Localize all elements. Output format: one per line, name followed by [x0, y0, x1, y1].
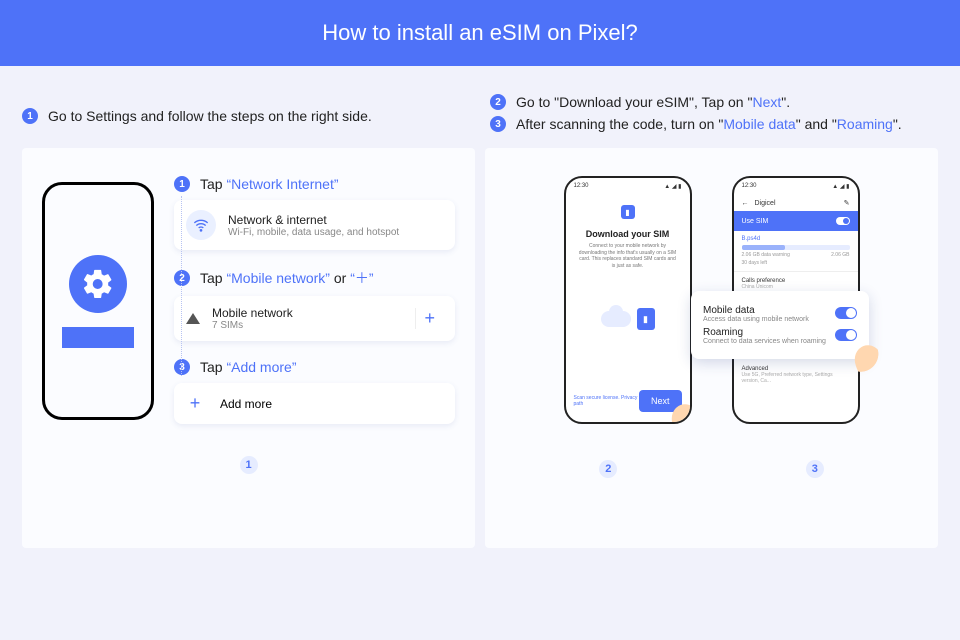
- ps-label: B.ps4d: [742, 236, 850, 242]
- sim-icon: ▮: [621, 205, 635, 219]
- substep-number-2: 2: [174, 270, 190, 286]
- page-title-banner: How to install an eSIM on Pixel?: [0, 0, 960, 66]
- instruction-2-text: Go to "Download your eSIM", Tap on "Next…: [516, 94, 790, 110]
- instruction-left: 1 Go to Settings and follow the steps on…: [22, 88, 470, 138]
- substep-3: 3 Tap “Add more” + Add more: [174, 359, 455, 424]
- use-sim-row[interactable]: Use SIM: [734, 211, 858, 231]
- instruction-1-text: Go to Settings and follow the steps on t…: [48, 108, 372, 124]
- cloud-illustration: ▮: [574, 289, 682, 349]
- step-number-1: 1: [22, 108, 38, 124]
- dotted-connector: [181, 196, 182, 376]
- settings-label: Settings: [62, 327, 133, 348]
- substep-1: 1 Tap “Network Internet” Network & inter…: [174, 176, 455, 250]
- highlight-roaming: Roaming: [837, 116, 893, 132]
- phone-download-sim: 12:30 ▲ ◢ ▮ ▮ Download your SIM Connect …: [564, 176, 692, 424]
- carrier-label: Digicel: [755, 200, 776, 207]
- substep-2: 2 Tap “Mobile network” or “＋” Mobile net…: [174, 268, 455, 341]
- advanced-row[interactable]: Advanced Use 5G, Preferred network type,…: [734, 360, 858, 390]
- panel-left: Settings 1 Tap “Network Internet”: [22, 148, 475, 548]
- mobile-data-row[interactable]: Mobile data Access data using mobile net…: [703, 305, 857, 323]
- download-sim-title: Download your SIM: [574, 229, 682, 239]
- network-internet-card[interactable]: Network & internet Wi-Fi, mobile, data u…: [174, 200, 455, 250]
- roaming-toggle[interactable]: [835, 329, 857, 341]
- back-arrow-icon[interactable]: ←: [742, 200, 749, 207]
- page-title: How to install an eSIM on Pixel?: [322, 20, 638, 46]
- panel-badge-1: 1: [240, 456, 258, 474]
- usage-bar: [742, 245, 850, 250]
- settings-phone-illustration: Settings: [42, 182, 154, 420]
- instruction-row: 1 Go to Settings and follow the steps on…: [0, 66, 960, 148]
- cloud-icon: [601, 311, 631, 327]
- panel-right: 12:30 ▲ ◢ ▮ ▮ Download your SIM Connect …: [485, 148, 938, 548]
- instruction-right: 2 Go to "Download your eSIM", Tap on "Ne…: [490, 88, 938, 138]
- highlight-next: Next: [752, 94, 781, 110]
- gear-icon: [69, 255, 127, 313]
- panel-badge-3: 3: [806, 460, 824, 478]
- mobile-data-callout: Mobile data Access data using mobile net…: [691, 291, 869, 359]
- status-icons: ▲ ◢ ▮: [832, 183, 849, 190]
- card-title: Add more: [220, 397, 272, 411]
- privacy-link[interactable]: Scan secure license. Privacy path: [574, 395, 639, 407]
- substep-number-3: 3: [174, 359, 190, 375]
- edit-icon[interactable]: ✎: [844, 199, 850, 207]
- download-sim-subtitle: Connect to your mobile network by downlo…: [574, 243, 682, 269]
- add-more-card[interactable]: + Add more: [174, 383, 455, 424]
- roaming-row[interactable]: Roaming Connect to data services when ro…: [703, 327, 857, 345]
- step-number-2: 2: [490, 94, 506, 110]
- status-bar: 12:30 ▲ ◢ ▮: [734, 178, 858, 195]
- status-icons: ▲ ◢ ▮: [664, 183, 681, 190]
- instruction-3-text: After scanning the code, turn on "Mobile…: [516, 116, 902, 132]
- card-subtitle: 7 SIMs: [212, 320, 293, 331]
- steps-column: 1 Tap “Network Internet” Network & inter…: [174, 176, 455, 424]
- card-subtitle: Wi-Fi, mobile, data usage, and hotspot: [228, 227, 399, 238]
- step-number-3: 3: [490, 116, 506, 132]
- card-title: Mobile network: [212, 306, 293, 320]
- mobile-network-card[interactable]: Mobile network 7 SIMs +: [174, 296, 455, 341]
- signal-icon: [186, 313, 200, 324]
- status-bar: 12:30 ▲ ◢ ▮: [566, 178, 690, 195]
- plus-icon[interactable]: +: [415, 308, 443, 329]
- panel-badge-2: 2: [599, 460, 617, 478]
- panels-row: Settings 1 Tap “Network Internet”: [0, 148, 960, 548]
- card-title: Network & internet: [228, 213, 399, 227]
- document-icon: ▮: [637, 308, 655, 330]
- substep-number-1: 1: [174, 176, 190, 192]
- highlight-mobile-data: Mobile data: [723, 116, 795, 132]
- use-sim-toggle[interactable]: [836, 217, 850, 225]
- plus-icon: +: [186, 393, 204, 414]
- mobile-data-toggle[interactable]: [835, 307, 857, 319]
- wifi-icon: [186, 210, 216, 240]
